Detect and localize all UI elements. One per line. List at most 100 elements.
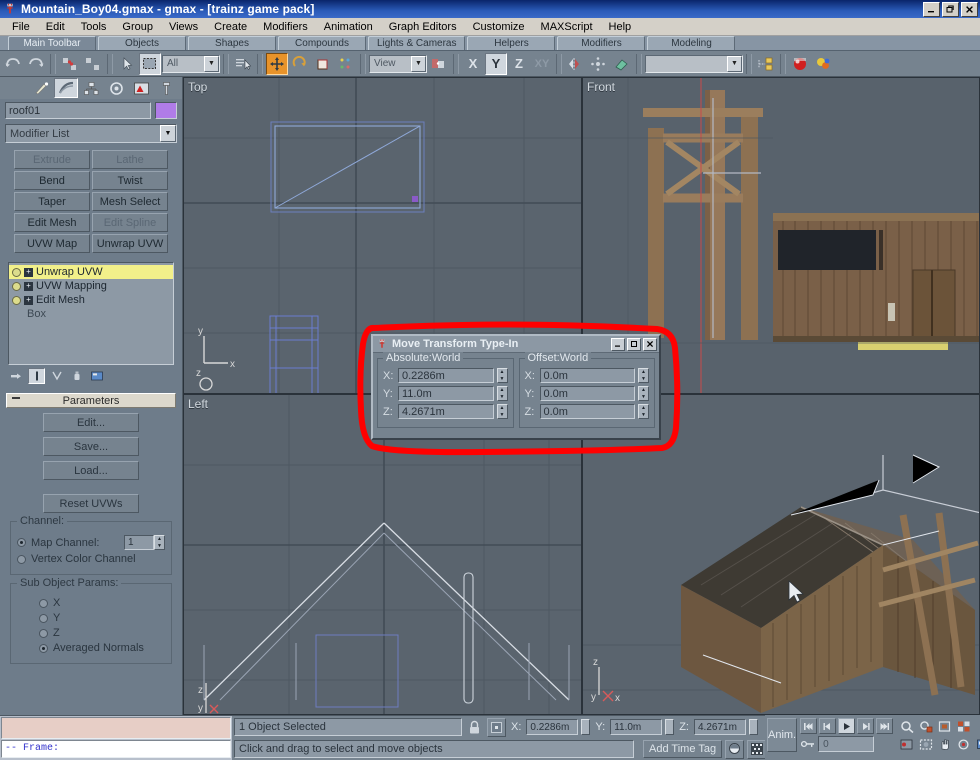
chevron-down-icon[interactable]: ▼ <box>204 55 219 72</box>
previous-frame-icon[interactable] <box>819 718 837 734</box>
absolute-y-input[interactable]: 11.0m <box>398 386 494 401</box>
viewport-perspective[interactable]: z y x Perspective <box>582 394 980 715</box>
add-time-tag-button[interactable]: Add Time Tag <box>643 740 723 758</box>
select-and-move-icon[interactable] <box>266 52 288 75</box>
offset-z-input[interactable]: 0.0m <box>539 404 635 419</box>
select-by-name-icon[interactable] <box>232 53 254 75</box>
show-end-result-icon[interactable] <box>28 368 45 384</box>
sub-object-y-radio[interactable] <box>39 613 48 623</box>
menu-modifiers[interactable]: Modifiers <box>255 20 316 34</box>
stack-item-unwrap-uvw[interactable]: + Unwrap UVW <box>9 265 173 279</box>
motion-tab-icon[interactable] <box>104 78 128 98</box>
absolute-relative-mode-icon[interactable] <box>487 717 506 737</box>
tab-main-toolbar[interactable]: Main Toolbar <box>8 36 96 50</box>
lightbulb-icon[interactable] <box>12 295 21 305</box>
vertex-color-channel-radio[interactable] <box>17 554 26 564</box>
sub-object-option-y[interactable]: Y <box>17 612 165 624</box>
select-link-icon[interactable] <box>59 53 81 75</box>
modifier-button-mesh-select[interactable]: Mesh Select <box>92 192 168 211</box>
expand-plus-icon[interactable]: + <box>24 267 33 277</box>
sub-object-x-radio[interactable] <box>39 598 48 608</box>
play-animation-icon[interactable] <box>838 718 856 734</box>
axis-constraint-y-button[interactable]: Y <box>485 52 507 75</box>
sub-object-option-averaged-normals[interactable]: Averaged Normals <box>17 642 165 654</box>
go-to-start-icon[interactable] <box>800 718 818 734</box>
arc-rotate-icon[interactable] <box>955 736 972 752</box>
go-to-end-icon[interactable] <box>876 718 894 734</box>
utilities-tab-icon[interactable] <box>154 78 178 98</box>
lightbulb-icon[interactable] <box>12 267 21 277</box>
create-tab-icon[interactable] <box>29 78 53 98</box>
display-tab-icon[interactable] <box>129 78 153 98</box>
axis-constraint-xy-button[interactable]: XY <box>531 53 553 75</box>
modifier-button-unwrap-uvw[interactable]: Unwrap UVW <box>92 234 168 253</box>
configure-modifier-sets-icon[interactable] <box>88 368 105 384</box>
zoom-extents-icon[interactable] <box>936 718 953 734</box>
pin-stack-icon[interactable] <box>8 368 25 384</box>
status-y-spinner[interactable] <box>665 719 675 735</box>
menu-maxscript[interactable]: MAXScript <box>533 20 601 34</box>
offset-x-input[interactable]: 0.0m <box>539 368 635 383</box>
dialog-restore-button[interactable] <box>627 337 641 351</box>
reset-uvws-button[interactable]: Reset UVWs <box>43 494 139 513</box>
status-x-spinner[interactable] <box>581 719 591 735</box>
key-mode-icon[interactable] <box>800 739 816 749</box>
dialog-minimize-button[interactable] <box>611 337 625 351</box>
select-object-icon[interactable] <box>116 53 138 75</box>
stack-item-edit-mesh[interactable]: + Edit Mesh <box>9 293 173 307</box>
lock-selection-icon[interactable] <box>465 718 484 737</box>
eraser-icon[interactable] <box>611 53 633 75</box>
absolute-y-spinner[interactable]: ▲ ▼ <box>496 386 508 401</box>
viewport-left[interactable]: z y Left <box>183 394 582 715</box>
tab-shapes[interactable]: Shapes <box>188 36 276 50</box>
axis-constraint-x-button[interactable]: X <box>462 53 484 75</box>
zoom-icon[interactable] <box>898 718 915 734</box>
menu-tools[interactable]: Tools <box>73 20 115 34</box>
modify-tab-icon[interactable] <box>54 78 78 98</box>
map-channel-spin-buttons[interactable]: ▲ ▼ <box>154 535 165 550</box>
tab-helpers[interactable]: Helpers <box>467 36 556 50</box>
tab-modifiers[interactable]: Modifiers <box>557 36 646 50</box>
zoom-extents-all-icon[interactable] <box>955 718 972 734</box>
material-editor-icon[interactable] <box>789 53 811 75</box>
rectangular-selection-region-icon[interactable] <box>139 52 161 75</box>
move-transform-type-in-dialog[interactable]: Move Transform Type-In Absolute:World X:… <box>371 334 661 440</box>
map-channel-value[interactable]: 1 <box>124 535 154 550</box>
coordinate-system-dropdown[interactable]: View ▼ <box>369 54 427 73</box>
modifier-stack[interactable]: + Unwrap UVW + UVW Mapping + Edit Mesh B… <box>8 262 174 365</box>
undo-icon[interactable] <box>2 53 24 75</box>
minimize-button[interactable] <box>923 1 940 17</box>
select-and-scale-icon[interactable] <box>312 53 334 75</box>
modifier-button-edit-mesh[interactable]: Edit Mesh <box>14 213 90 232</box>
vertex-color-channel-row[interactable]: Vertex Color Channel <box>17 553 165 565</box>
collapse-minus-icon[interactable] <box>12 397 20 399</box>
sub-object-averaged-normals-radio[interactable] <box>39 643 48 653</box>
use-pivot-center-icon[interactable] <box>428 53 450 75</box>
edit-button[interactable]: Edit... <box>43 413 139 432</box>
restore-button[interactable] <box>942 1 959 17</box>
offset-z-spinner[interactable]: ▲ ▼ <box>638 404 649 419</box>
modifier-button-bend[interactable]: Bend <box>14 171 90 190</box>
maxscript-listener[interactable]: -- Frame: <box>0 715 232 760</box>
animate-toggle-button[interactable]: Anim. <box>767 718 798 752</box>
absolute-z-input[interactable]: 4.2671m <box>398 404 494 419</box>
align-icon[interactable] <box>588 53 610 75</box>
status-x-field[interactable]: 0.2286m <box>526 719 579 735</box>
modifier-list-dropdown[interactable]: Modifier List ▼ <box>5 124 177 143</box>
zoom-all-icon[interactable] <box>747 739 767 759</box>
selection-filter-dropdown[interactable]: All ▼ <box>162 54 220 73</box>
menu-views[interactable]: Views <box>161 20 206 34</box>
absolute-x-spinner[interactable]: ▲ ▼ <box>496 368 508 383</box>
time-configuration-icon[interactable] <box>898 736 915 752</box>
object-name-field[interactable]: roof01 <box>5 102 151 119</box>
save-button[interactable]: Save... <box>43 437 139 456</box>
sub-object-option-x[interactable]: X <box>17 597 165 609</box>
select-and-rotate-icon[interactable] <box>289 53 311 75</box>
chevron-down-icon[interactable]: ▼ <box>727 55 742 72</box>
map-channel-stepper[interactable]: 1 ▲ ▼ <box>124 535 165 550</box>
mirror-icon[interactable] <box>565 53 587 75</box>
material-navigator-icon[interactable] <box>812 53 834 75</box>
modifier-button-taper[interactable]: Taper <box>14 192 90 211</box>
close-button[interactable] <box>961 1 978 17</box>
dialog-close-button[interactable] <box>643 337 657 351</box>
